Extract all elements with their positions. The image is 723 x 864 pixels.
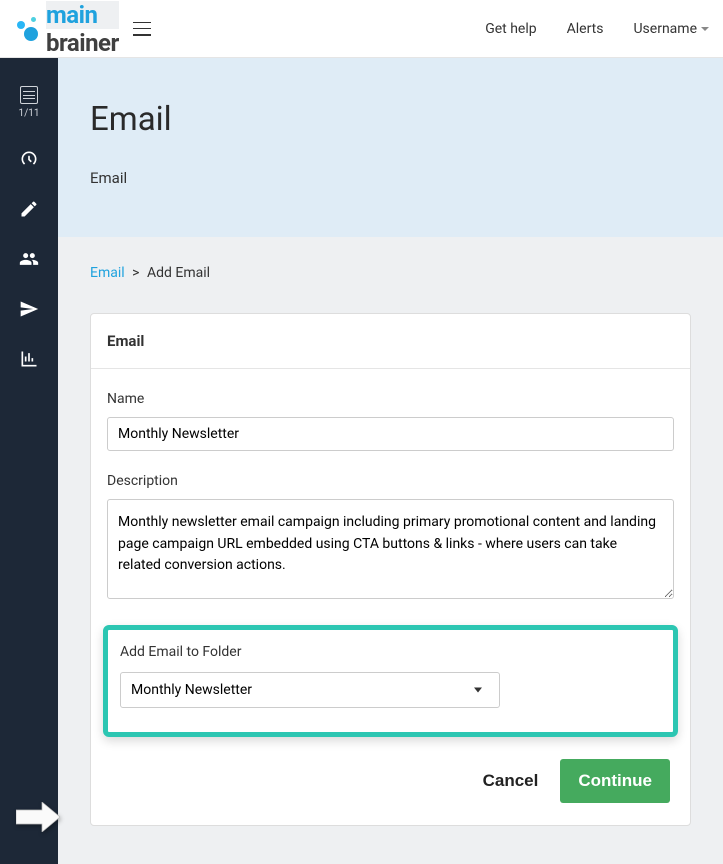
users-icon[interactable] [19, 249, 39, 269]
get-help-link[interactable]: Get help [485, 21, 536, 37]
chart-icon[interactable] [19, 349, 39, 369]
user-dropdown[interactable]: Username [633, 21, 709, 37]
sidebar-step-indicator[interactable]: 1/11 [19, 86, 40, 119]
description-textarea[interactable] [107, 499, 674, 599]
name-label: Name [107, 391, 674, 407]
page-header: Email Email [58, 58, 723, 237]
page-title: Email [90, 100, 691, 139]
sidebar: 1/11 [0, 58, 58, 864]
continue-button[interactable]: Continue [560, 759, 670, 803]
list-icon [20, 86, 38, 104]
card-title: Email [91, 314, 690, 369]
chevron-down-icon [701, 27, 709, 31]
top-nav: Get help Alerts Username [485, 21, 709, 37]
breadcrumb-current: Add Email [147, 265, 210, 281]
logo[interactable]: mainbrainer [14, 1, 119, 57]
username-label: Username [633, 21, 697, 37]
logo-text: mainbrainer [46, 1, 119, 57]
dashboard-icon[interactable] [19, 149, 39, 169]
email-form-card: Email Name Description Add Email to Fold… [90, 313, 691, 826]
content-area: Email > Add Email Email Name Description [58, 237, 723, 854]
main-content: Email Email Email > Add Email Email Name… [58, 58, 723, 864]
alerts-link[interactable]: Alerts [567, 21, 604, 37]
folder-select[interactable]: Monthly Newsletter [120, 672, 500, 708]
name-input[interactable] [107, 417, 674, 451]
description-label: Description [107, 473, 674, 489]
page-subtitle: Email [90, 169, 691, 187]
menu-toggle-icon[interactable] [133, 22, 151, 36]
logo-icon [14, 15, 42, 43]
cancel-button[interactable]: Cancel [477, 761, 545, 801]
pencil-icon[interactable] [19, 199, 39, 219]
breadcrumb: Email > Add Email [90, 265, 691, 281]
send-icon[interactable] [19, 299, 39, 319]
topbar: mainbrainer Get help Alerts Username [0, 0, 723, 58]
folder-label: Add Email to Folder [120, 644, 661, 660]
folder-highlight: Add Email to Folder Monthly Newsletter [103, 625, 678, 737]
step-counter: 1/11 [19, 108, 40, 119]
breadcrumb-separator: > [132, 265, 139, 281]
breadcrumb-email-link[interactable]: Email [90, 265, 125, 281]
